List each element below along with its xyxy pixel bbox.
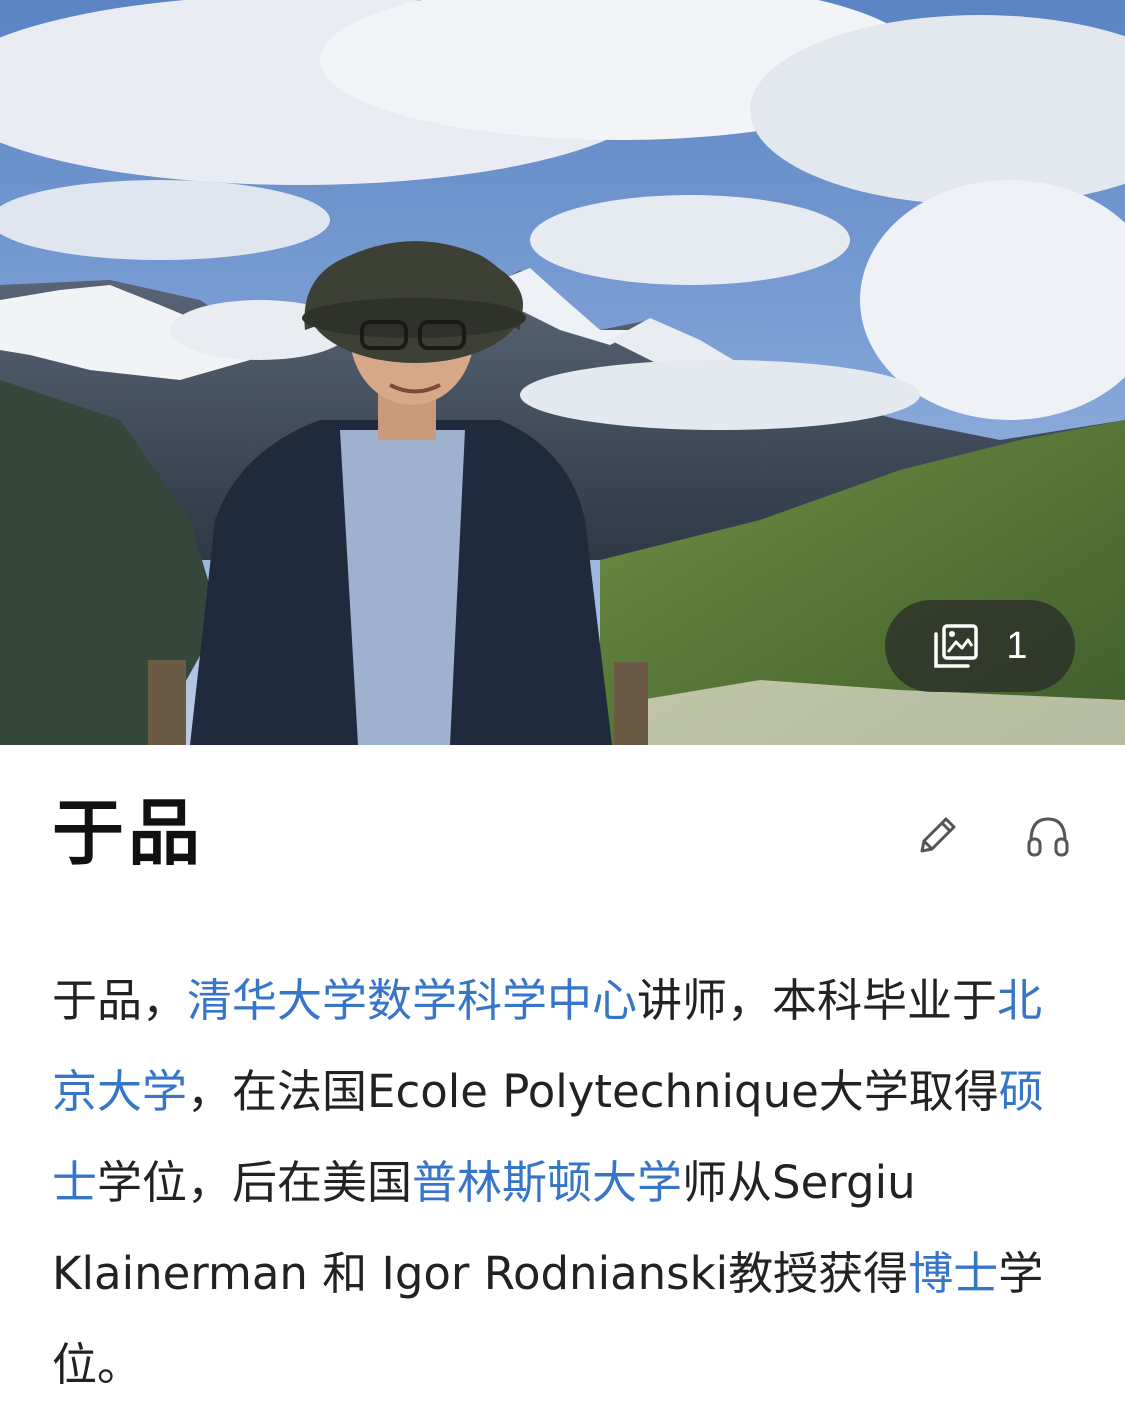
link-phd-degree[interactable]: 博士 — [908, 1247, 998, 1300]
summary-text: ，在法国Ecole Polytechnique大学取得 — [187, 1065, 999, 1118]
gallery-count: 1 — [1006, 625, 1028, 667]
summary-text: 学位，后在美国 — [97, 1156, 413, 1209]
image-gallery-icon — [934, 624, 979, 668]
link-tsinghua-math-center[interactable]: 清华大学数学科学中心 — [187, 974, 637, 1027]
listen-button[interactable] — [1023, 811, 1073, 861]
link-princeton-university[interactable]: 普林斯顿大学 — [412, 1156, 682, 1209]
pencil-icon — [920, 817, 956, 853]
entry-header: 于品 — [0, 745, 1125, 945]
summary-text: 于品， — [52, 974, 188, 1027]
summary-text: 讲师，本科毕业于 — [637, 974, 998, 1027]
headphones-icon — [1027, 817, 1069, 857]
edit-button[interactable] — [912, 811, 962, 861]
hero-image[interactable]: 1 — [0, 0, 1125, 745]
entry-summary: 于品，清华大学数学科学中心讲师，本科毕业于北京大学，在法国Ecole Polyt… — [52, 955, 1082, 1410]
gallery-button[interactable]: 1 — [885, 600, 1075, 692]
entry-title: 于品 — [52, 791, 205, 875]
